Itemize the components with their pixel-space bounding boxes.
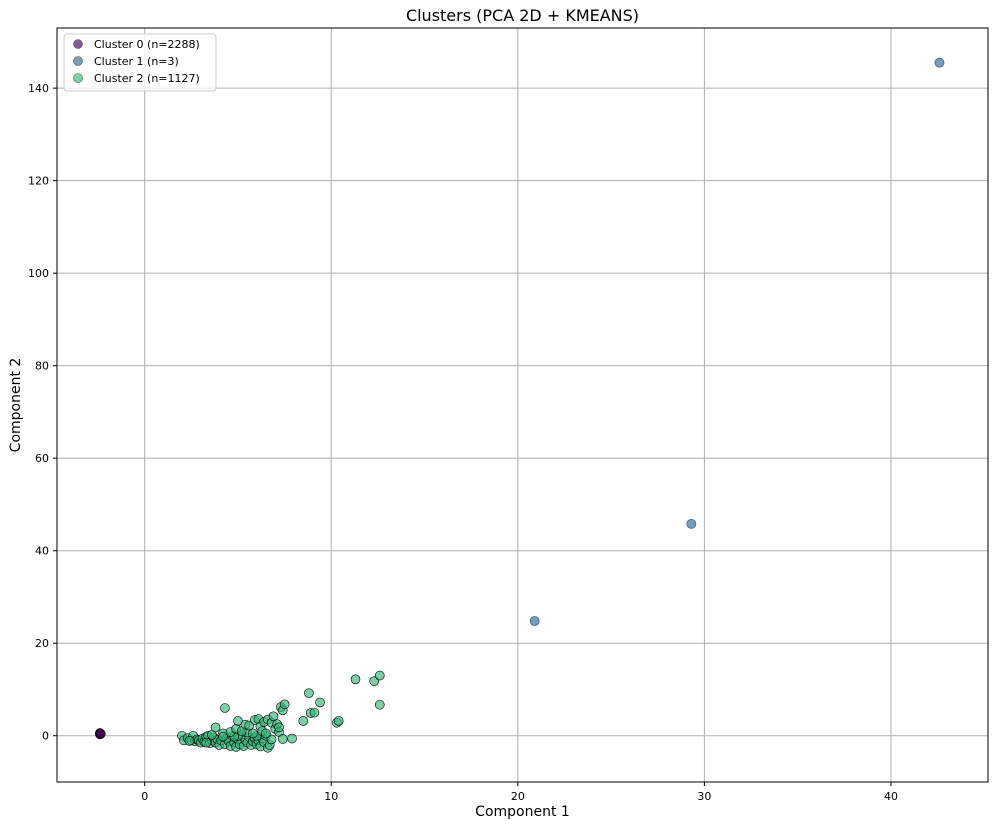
scatter-point-cluster-2 — [261, 728, 271, 739]
legend: Cluster 0 (n=2288) Cluster 1 (n=3) Cluster… — [63, 33, 217, 92]
scatter-chart: 0 10 20 30 40 0 20 40 60 80 100 120 140 Clusters (P… — [0, 0, 996, 828]
scatter-point-cluster-2 — [350, 674, 361, 685]
scatter-point-cluster-1 — [686, 518, 697, 529]
scatter-point-cluster-0 — [96, 729, 106, 739]
x-tick-label: 30 — [697, 790, 711, 803]
scatter-point-cluster-2 — [304, 688, 314, 698]
x-tick-label: 10 — [324, 790, 338, 803]
y-tick-label: 20 — [35, 637, 49, 650]
scatter-point-cluster-2 — [374, 699, 385, 710]
y-tick-label: 140 — [28, 82, 49, 95]
scatter-point-cluster-2 — [210, 722, 221, 733]
scatter-point-cluster-2 — [374, 670, 385, 681]
y-tick-label: 0 — [42, 730, 49, 743]
scatter-point-cluster-2 — [277, 734, 288, 744]
y-tick-label: 100 — [28, 267, 49, 280]
scatter-point-cluster-2 — [315, 697, 325, 708]
legend-label: Cluster 0 (n=2288) — [94, 38, 200, 51]
legend-label: Cluster 1 (n=3) — [94, 55, 179, 68]
x-tick-label: 20 — [511, 790, 525, 803]
scatter-point-cluster-2 — [287, 733, 297, 744]
scatter-point-cluster-2 — [220, 703, 230, 713]
scatter-point-cluster-2 — [184, 736, 195, 746]
x-tick-label: 40 — [884, 790, 898, 803]
chart-container: 0 10 20 30 40 0 20 40 60 80 100 120 140 Clusters (P… — [0, 0, 996, 828]
y-axis-label: Component 2 — [8, 358, 24, 453]
legend-marker — [73, 39, 83, 49]
scatter-point-cluster-2 — [248, 728, 258, 739]
y-tick-label: 80 — [35, 360, 49, 373]
scatter-point-cluster-2 — [298, 716, 309, 726]
scatter-point-cluster-2 — [279, 699, 290, 710]
y-tick-label: 60 — [35, 452, 49, 465]
x-tick-label: 0 — [141, 790, 148, 803]
y-tick-label: 120 — [28, 175, 49, 188]
scatter-point-cluster-2 — [309, 707, 320, 718]
chart-title: Clusters (PCA 2D + KMEANS) — [406, 6, 639, 25]
legend-marker — [73, 56, 83, 66]
legend-marker — [73, 73, 83, 83]
y-tick-label: 40 — [35, 545, 49, 558]
scatter-point-cluster-1 — [529, 616, 540, 626]
scatter-point-cluster-2 — [274, 722, 284, 733]
scatter-point-cluster-1 — [934, 57, 945, 68]
scatter-point-cluster-2 — [201, 737, 212, 748]
x-axis-label: Component 1 — [475, 804, 570, 820]
scatter-point-cluster-2 — [333, 716, 344, 726]
legend-label: Cluster 2 (n=1127) — [94, 72, 200, 85]
